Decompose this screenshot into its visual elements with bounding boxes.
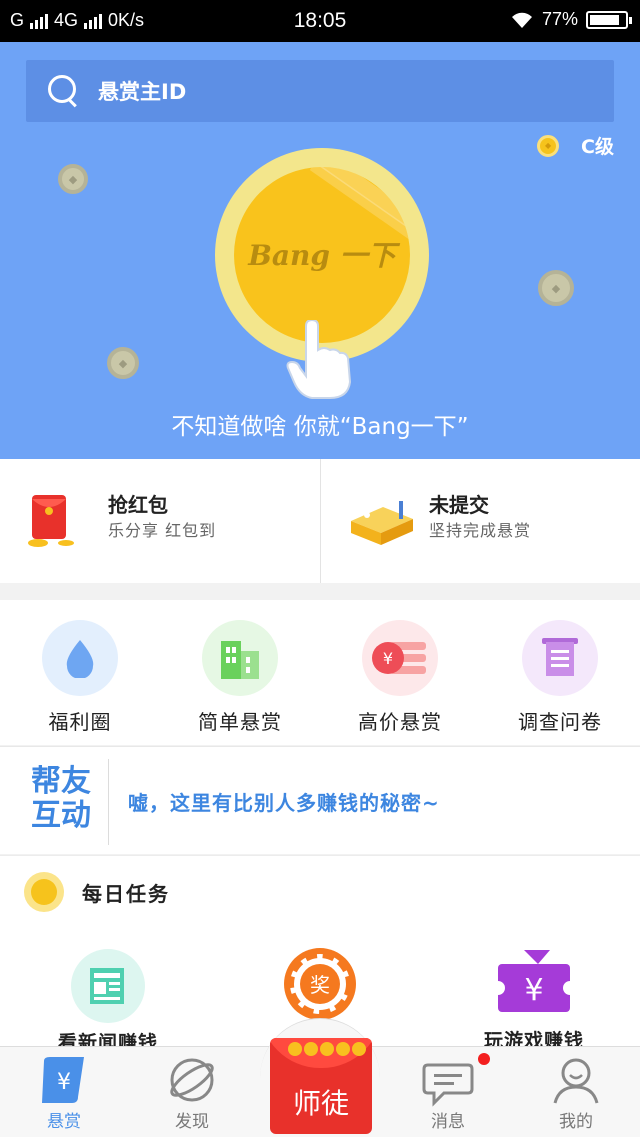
- card-subtitle: 乐分享 红包到: [108, 521, 217, 540]
- quick-cards: 抢红包 乐分享 红包到 未提交 坚持完成悬赏: [0, 459, 640, 583]
- category-icon-bg: [202, 620, 278, 696]
- category-icon-bg: ¥: [362, 620, 438, 696]
- card-grab-red-envelope[interactable]: 抢红包 乐分享 红包到: [0, 459, 320, 583]
- battery-percent: 77%: [541, 9, 578, 29]
- tab-discover[interactable]: 发现: [128, 1047, 256, 1137]
- status-right: 77%: [510, 9, 632, 30]
- card-unsubmitted[interactable]: 未提交 坚持完成悬赏: [320, 459, 640, 583]
- tab-label: 消息: [431, 1112, 465, 1132]
- category-survey[interactable]: 调查问卷: [480, 600, 640, 745]
- task-games[interactable]: ¥ 玩游戏赚钱: [470, 946, 598, 1053]
- logo-line: 互动: [31, 798, 91, 833]
- planet-icon: [170, 1058, 214, 1102]
- pointing-hand-icon: [286, 320, 352, 399]
- card-subtitle: 坚持完成悬赏: [429, 521, 532, 540]
- bounty-icon: ¥: [42, 1057, 84, 1103]
- category-simple-bounty[interactable]: 简单悬赏: [160, 600, 320, 745]
- red-envelope-icon: [28, 495, 74, 547]
- profile-icon: [553, 1058, 599, 1104]
- tab-label: 我的: [559, 1112, 593, 1132]
- wifi-icon: [511, 12, 532, 28]
- category-icon-bg: [522, 620, 598, 696]
- center-label: 师徒: [292, 1087, 349, 1120]
- prize-wheel-icon: 奖: [284, 948, 356, 1020]
- red-envelope-icon: 师徒: [270, 1038, 372, 1134]
- tab-bounty[interactable]: ¥ 悬赏: [0, 1047, 128, 1137]
- category-icon-bg: [42, 620, 118, 696]
- battery-icon: [586, 10, 632, 29]
- search-bar[interactable]: 悬赏主ID: [26, 60, 614, 122]
- floating-coin-icon: ◆: [58, 164, 88, 194]
- game-ticket-icon: ¥: [494, 950, 574, 1012]
- daily-tasks-header: 每日任务: [24, 872, 170, 912]
- notification-dot: [478, 1053, 490, 1065]
- svg-text:¥: ¥: [57, 1070, 71, 1095]
- card-title: 抢红包: [108, 493, 168, 517]
- category-label: 简单悬赏: [198, 710, 282, 734]
- bang-coin-text: Bang 一下: [248, 239, 396, 272]
- coin-icon: [24, 872, 64, 912]
- promo-banner[interactable]: 帮友 互动 嘘，这里有比别人多赚钱的秘密~: [0, 746, 640, 854]
- category-label: 高价悬赏: [358, 710, 442, 734]
- tab-label: 悬赏: [47, 1112, 81, 1132]
- tab-label: 发现: [175, 1112, 209, 1132]
- status-bar: G 4G 0K/s 18:05 77%: [0, 0, 640, 42]
- floating-coin-icon: ◆: [107, 347, 139, 379]
- search-icon: [48, 75, 80, 107]
- newspaper-icon: [71, 949, 145, 1023]
- hero-section: 悬赏主ID ◆ C级 ◆ ◆ ◆ Bang 一下 不知道做啥 你就“Bang一下…: [0, 42, 640, 459]
- yuan-coin-icon: ¥: [372, 642, 426, 674]
- card-title: 未提交: [429, 493, 489, 517]
- task-news[interactable]: 看新闻赚钱: [44, 948, 172, 1055]
- hero-caption: 不知道做啥 你就“Bang一下”: [171, 414, 469, 440]
- category-welfare[interactable]: 福利圈: [0, 600, 160, 745]
- buildings-icon: [221, 641, 259, 679]
- tab-messages[interactable]: 消息: [384, 1047, 512, 1137]
- water-drop-icon: [66, 640, 94, 678]
- task-lottery[interactable]: 奖: [276, 946, 364, 1022]
- svg-text:¥: ¥: [383, 649, 393, 668]
- category-label: 调查问卷: [518, 710, 602, 734]
- search-placeholder: 悬赏主ID: [98, 80, 187, 104]
- level-label: C级: [581, 136, 614, 158]
- category-high-bounty[interactable]: ¥ 高价悬赏: [320, 600, 480, 745]
- divider: [108, 759, 109, 845]
- prize-badge: 奖: [310, 973, 330, 997]
- tray-icon: [351, 501, 413, 545]
- chat-icon: [422, 1063, 474, 1107]
- category-grid: 福利圈 简单悬赏 ¥ 高价悬赏 调查问卷: [0, 600, 640, 745]
- bangyou-logo: 帮友 互动: [26, 765, 96, 833]
- svg-text:¥: ¥: [524, 973, 543, 1008]
- coin-icon: ◆: [537, 134, 560, 157]
- banner-message: 嘘，这里有比别人多赚钱的秘密~: [128, 791, 440, 815]
- category-label: 福利圈: [48, 710, 112, 734]
- tab-mentor-center-button[interactable]: 师徒: [256, 1018, 384, 1137]
- questionnaire-icon: [542, 638, 578, 676]
- floating-coin-icon: ◆: [538, 270, 574, 306]
- tab-profile[interactable]: 我的: [512, 1047, 640, 1137]
- logo-line: 帮友: [31, 764, 91, 799]
- level-indicator[interactable]: ◆ C级: [537, 132, 614, 159]
- section-title: 每日任务: [82, 881, 170, 906]
